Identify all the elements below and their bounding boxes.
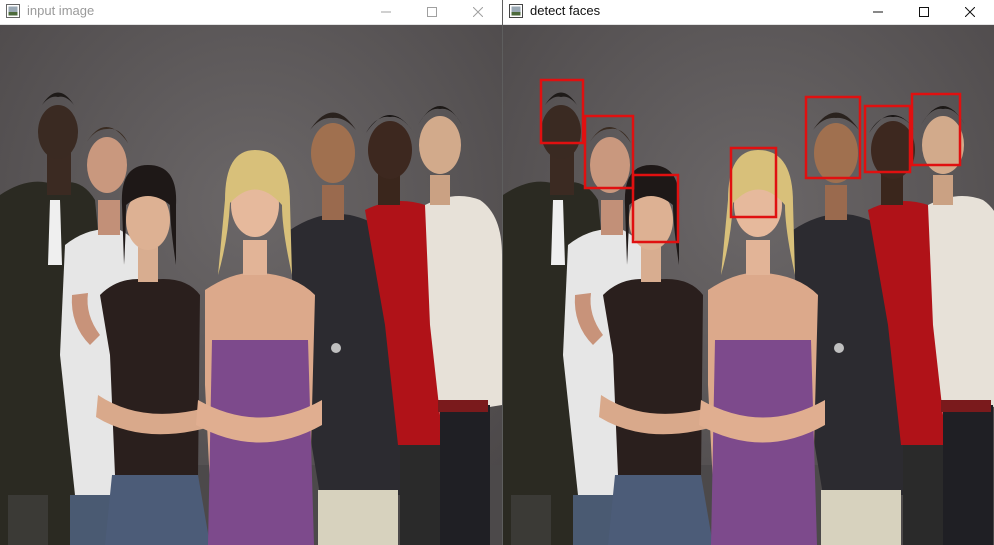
close-icon: [965, 7, 975, 17]
input-image: [0, 25, 502, 545]
minimize-button[interactable]: [363, 0, 409, 24]
minimize-icon: [873, 11, 883, 13]
close-button[interactable]: [455, 0, 501, 24]
minimize-icon: [381, 11, 391, 13]
detect-faces-window: detect faces: [503, 0, 994, 545]
maximize-icon: [427, 7, 437, 17]
window-app-icon: [509, 4, 523, 18]
input-image-window: input image: [0, 0, 502, 545]
close-button[interactable]: [947, 0, 993, 24]
window-title: detect faces: [530, 3, 601, 18]
group-photo-image: [503, 25, 994, 545]
maximize-icon: [919, 7, 929, 17]
close-icon: [473, 7, 483, 17]
window-app-icon: [6, 4, 20, 18]
detect-faces-image: [503, 25, 994, 545]
group-photo-image: [0, 25, 502, 545]
maximize-button[interactable]: [409, 0, 455, 24]
window-title: input image: [27, 3, 95, 18]
minimize-button[interactable]: [855, 0, 901, 24]
title-bar[interactable]: detect faces: [503, 0, 994, 25]
title-bar[interactable]: input image: [0, 0, 502, 25]
maximize-button[interactable]: [901, 0, 947, 24]
